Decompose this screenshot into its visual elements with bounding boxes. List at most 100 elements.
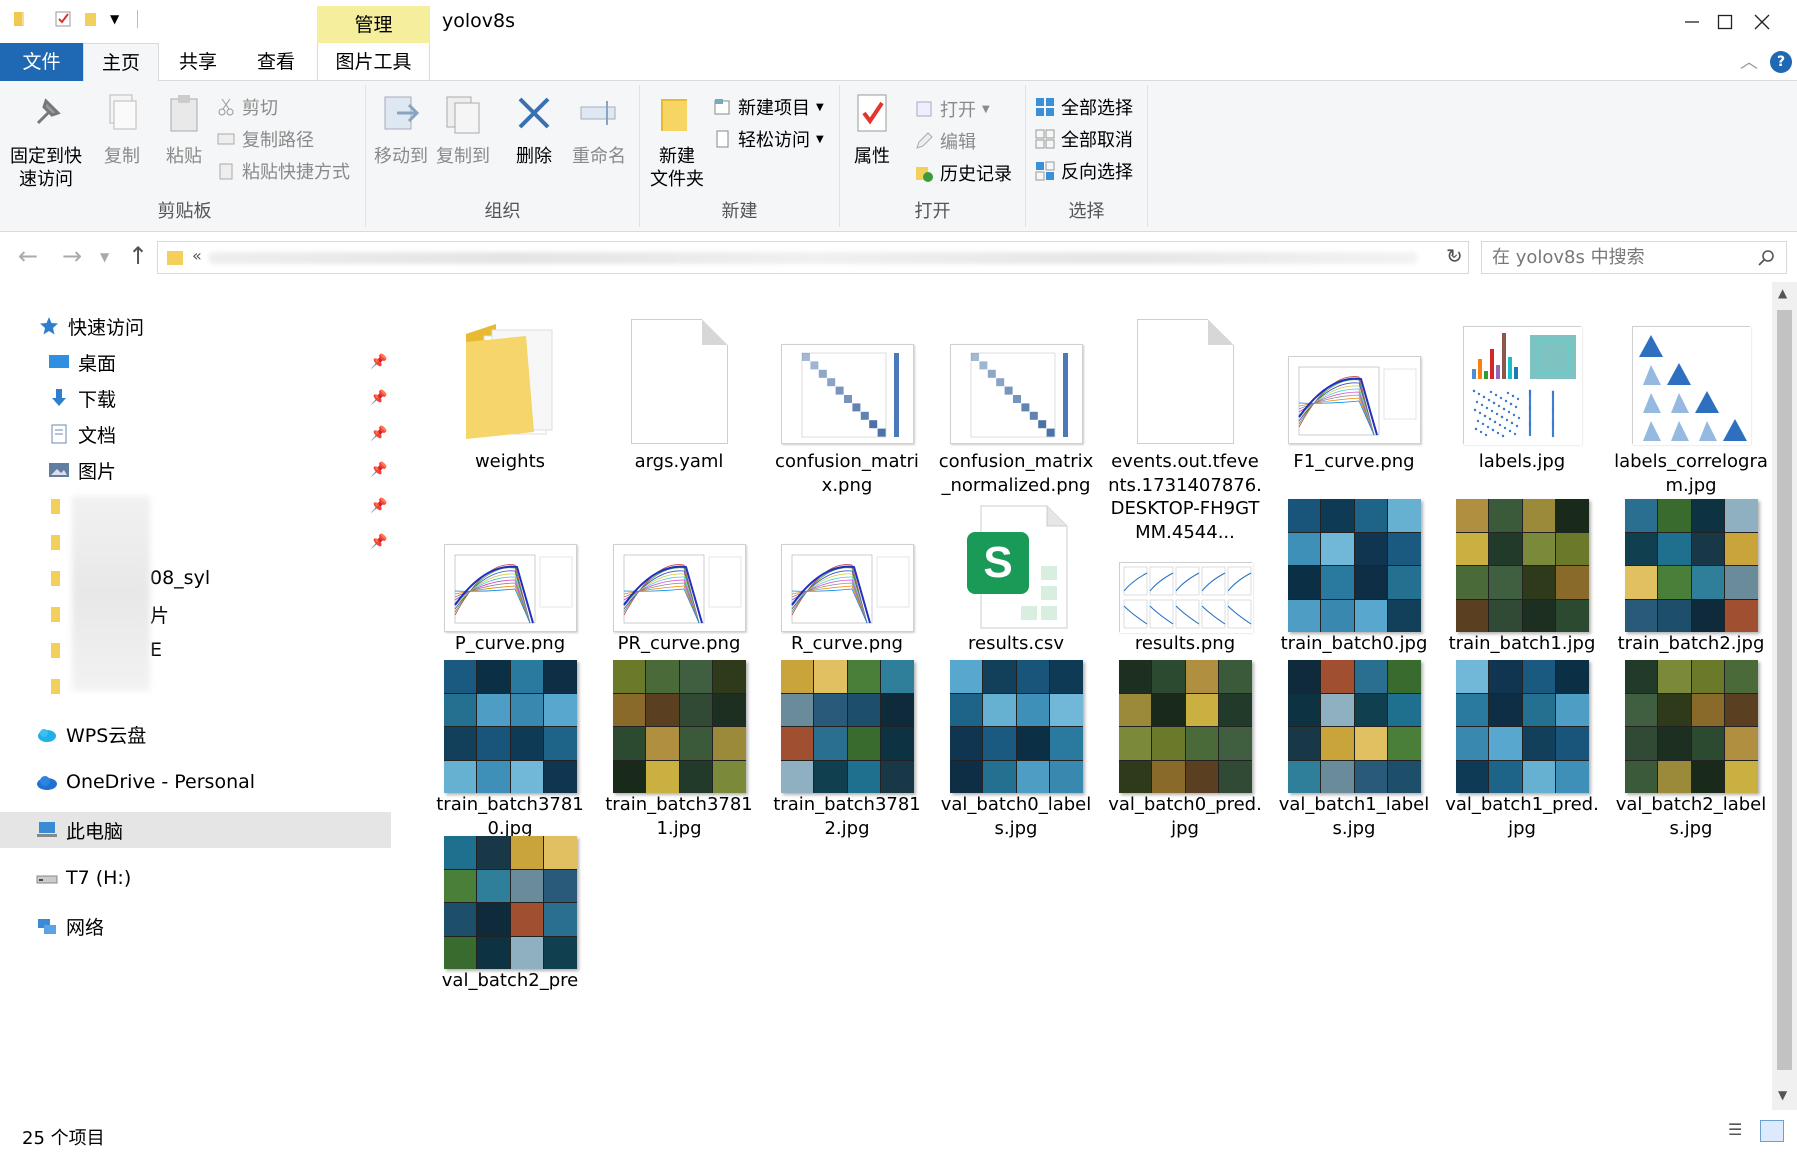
pin-icon[interactable]: 📌 [370,498,387,514]
tab-picture-tools[interactable]: 图片工具 [317,43,430,81]
details-view-icon[interactable]: ☰ [1728,1120,1750,1142]
edit-button[interactable]: 编辑 [914,127,976,155]
file-item[interactable]: train_batch1.jpg [1442,492,1602,656]
image-thumbnail [612,660,746,793]
file-item[interactable]: val_batch1_labels.jpg [1274,653,1434,840]
tab-manage[interactable]: 管理 [317,6,430,43]
breadcrumb-overflow[interactable]: « [192,246,202,265]
vertical-scrollbar[interactable]: ▲ ▼ [1772,282,1797,1110]
file-item[interactable]: F1_curve.png [1274,294,1434,474]
tab-home[interactable]: 主页 [83,43,159,82]
new-folder-icon[interactable] [82,10,100,28]
scroll-up-icon[interactable]: ▲ [1778,286,1787,300]
move-to-button[interactable]: 移动到 [370,91,432,168]
history-button[interactable]: 历史记录 [914,159,1012,187]
file-item[interactable]: weights [430,294,590,474]
rename-button[interactable]: 重命名 [568,91,630,168]
help-icon[interactable]: ? [1770,51,1792,73]
tab-share[interactable]: 共享 [163,43,233,81]
easy-access-button[interactable]: 轻松访问 ▼ [712,125,824,153]
nav-documents[interactable]: 文档 📌 [0,416,393,452]
file-item[interactable]: args.yaml [599,294,759,474]
nav-wps-cloud[interactable]: WPS云盘 [0,716,393,752]
pin-quick-access-button[interactable]: 固定到快 速访问 [6,91,86,191]
file-item[interactable]: val_batch0_labels.jpg [936,653,1096,840]
file-item[interactable]: confusion_matrix_normalized.png [936,294,1096,497]
nav-folder-item[interactable]: E [0,632,393,668]
close-button[interactable] [1727,0,1797,43]
large-icons-view-icon[interactable] [1760,1120,1784,1142]
cut-button[interactable]: 剪切 [216,93,278,121]
file-item[interactable]: PR_curve.png [599,492,759,656]
invert-selection-icon [1035,161,1055,181]
file-item[interactable]: train_batch2.jpg [1611,492,1770,656]
file-list-view[interactable]: weights args.yaml confusion_matrix.png conf… [395,282,1770,1110]
recent-dropdown-icon[interactable]: ▼ [100,250,109,264]
address-bar[interactable]: « ⌄ [157,241,1469,274]
paste-button[interactable]: 粘贴 [156,91,212,168]
nav-onedrive[interactable]: OneDrive - Personal [0,764,393,800]
nav-desktop[interactable]: 桌面 📌 [0,344,393,380]
search-input[interactable]: 在 yolov8s 中搜索 [1481,241,1787,274]
file-item[interactable]: val_batch1_pred.jpg [1442,653,1602,840]
collapse-ribbon-icon[interactable]: ︿ [1740,48,1758,74]
nav-folder-item[interactable]: 📌 [0,488,393,524]
new-item-icon [714,99,730,115]
copy-to-button[interactable]: 复制到 [432,91,494,168]
properties-icon[interactable] [54,10,72,28]
new-folder-button[interactable]: 新建 文件夹 [644,91,710,191]
file-item[interactable]: Sresults.csv [936,492,1096,656]
invert-selection-button[interactable]: 反向选择 [1035,157,1133,185]
file-item[interactable]: train_batch37812.jpg [767,653,927,840]
forward-arrow-icon[interactable]: → [62,242,82,270]
file-name: R_curve.png [791,633,903,654]
copy-path-button[interactable]: 复制路径 [216,125,314,153]
nav-pictures[interactable]: 图片 📌 [0,452,393,488]
tab-view[interactable]: 查看 [241,43,311,81]
paste-shortcut-button[interactable]: 粘贴快捷方式 [216,157,350,185]
file-item[interactable]: val_batch0_pred.jpg [1105,653,1265,840]
nav-this-pc[interactable]: 此电脑 [0,812,391,848]
refresh-icon[interactable]: ↻ [1446,244,1463,268]
tab-file[interactable]: 文件 [0,43,83,81]
chevron-down-icon[interactable]: ▼ [110,12,119,26]
file-item[interactable]: results.png [1105,492,1265,656]
select-none-button[interactable]: 全部取消 [1035,125,1133,153]
file-item[interactable]: confusion_matrix.png [767,294,927,497]
nav-folder-item[interactable]: 08_syl [0,560,393,596]
up-arrow-icon[interactable]: ↑ [128,242,148,270]
file-item[interactable]: R_curve.png [767,492,927,656]
file-item[interactable]: train_batch0.jpg [1274,492,1434,656]
file-item[interactable]: val_batch2_labels.jpg [1611,653,1770,840]
file-name: results.png [1134,633,1236,654]
properties-button[interactable]: 属性 [844,91,900,168]
pin-icon[interactable]: 📌 [370,462,387,478]
file-item[interactable]: labels.jpg [1442,294,1602,474]
copy-button[interactable]: 复制 [94,91,150,168]
pin-icon[interactable]: 📌 [370,390,387,406]
nav-folder-item[interactable] [0,668,393,704]
scrollbar-thumb[interactable] [1777,310,1792,1070]
scroll-down-icon[interactable]: ▼ [1778,1088,1787,1102]
breadcrumb-path[interactable] [208,252,1418,264]
nav-folder-item[interactable]: 片 [0,596,393,632]
delete-button[interactable]: 删除 [506,91,562,168]
file-thumbnail [599,653,759,793]
file-item[interactable]: val_batch2_pre [430,829,590,993]
back-arrow-icon[interactable]: ← [18,242,38,270]
file-item[interactable]: train_batch37811.jpg [599,653,759,840]
file-item[interactable]: train_batch37810.jpg [430,653,590,840]
nav-quick-access[interactable]: 快速访问 [0,308,393,344]
new-item-button[interactable]: 新建项目 ▼ [712,93,824,121]
nav-folder-item[interactable]: 📌 [0,524,393,560]
nav-drive-t7[interactable]: T7 (H:) [0,860,393,896]
pin-icon[interactable]: 📌 [370,426,387,442]
nav-network[interactable]: 网络 [0,908,393,944]
pin-icon[interactable]: 📌 [370,354,387,370]
select-all-button[interactable]: 全部选择 [1035,93,1133,121]
file-item[interactable]: P_curve.png [430,492,590,656]
nav-downloads[interactable]: 下载 📌 [0,380,393,416]
file-item[interactable]: labels_correlogram.jpg [1611,294,1770,497]
pin-icon[interactable]: 📌 [370,534,387,550]
open-button[interactable]: 打开 ▼ [914,95,990,123]
